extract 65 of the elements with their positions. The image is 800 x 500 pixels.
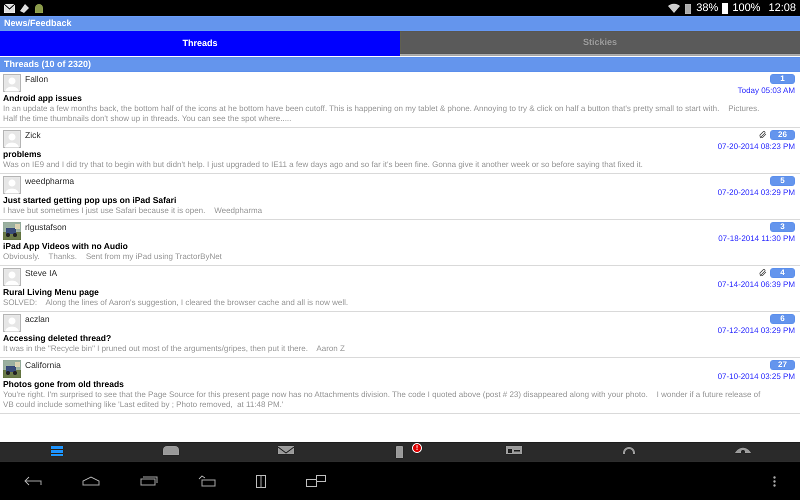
split-screen-icon[interactable] xyxy=(256,474,266,488)
author-name: weedpharma xyxy=(25,176,74,186)
eye-icon xyxy=(734,446,751,453)
author-name: rlgustafson xyxy=(25,222,67,232)
thread-title: Just started getting pop ups on iPad Safari xyxy=(3,195,176,206)
card-icon xyxy=(506,446,522,454)
title-bar: News/Feedback xyxy=(0,16,800,31)
author-name: Fallon xyxy=(25,74,48,84)
search-icon xyxy=(622,446,636,454)
reply-count: 1 xyxy=(770,74,795,84)
chat-icon xyxy=(163,446,180,455)
android-icon xyxy=(34,2,44,14)
battery-percentage: 100% xyxy=(732,0,760,16)
signal-percentage: 38% xyxy=(696,0,718,16)
avatar-icon xyxy=(3,130,21,148)
reply-count: 4 xyxy=(770,268,795,278)
thread-preview: Obviously. Thanks. Sent from my iPad using TractorByNet xyxy=(3,252,223,262)
sim-icon xyxy=(684,2,692,14)
thread-date: Today 05:03 AM xyxy=(738,86,795,96)
clock: 12:08 xyxy=(768,0,796,16)
more-icon[interactable] xyxy=(773,476,776,486)
rotate-icon[interactable] xyxy=(198,475,216,487)
avatar-icon xyxy=(3,268,21,286)
thread-title: Photos gone from old threads xyxy=(3,379,124,390)
recent-apps-icon[interactable] xyxy=(140,476,158,486)
mail-icon xyxy=(278,446,294,454)
thread-preview: It was in the "Recycle bin" I pruned out most of the arguments/gripes, then put it there. Aaron Z xyxy=(3,344,346,354)
reply-count: 5 xyxy=(770,176,795,186)
reply-count: 6 xyxy=(770,314,795,324)
author-name: Steve IA xyxy=(25,268,58,278)
thread-preview: Was on IE9 and I did try that to begin with but didn't help. I just upgraded to IE11 a few days ago and so far it's been fine. Gonna give it another week or so before saying that fixed it. xyxy=(3,160,644,170)
windows-icon[interactable] xyxy=(306,475,326,487)
thread-date: 07-14-2014 06:39 PM xyxy=(718,280,795,290)
author-name: California xyxy=(25,360,61,370)
section-header: Threads (10 of 2320) xyxy=(0,57,800,72)
thread-date: 07-20-2014 08:23 PM xyxy=(718,142,795,152)
phone-icon xyxy=(396,446,404,458)
thread-date: 07-10-2014 03:25 PM xyxy=(718,372,795,382)
thread-title: Android app issues xyxy=(3,93,82,104)
thread-date: 07-18-2014 11:30 PM xyxy=(718,234,795,244)
thread-date: 07-12-2014 03:29 PM xyxy=(718,326,795,336)
back-icon[interactable] xyxy=(24,476,42,486)
thread-title: iPad App Videos with no Audio xyxy=(3,241,128,252)
thread-title: Rural Living Menu page xyxy=(3,287,99,298)
home-icon[interactable] xyxy=(82,476,100,486)
author-name: Zick xyxy=(25,130,41,140)
thread-title: Accessing deleted thread? xyxy=(3,333,112,344)
thread-title: problems xyxy=(3,149,42,160)
thread-preview: SOLVED: Along the lines of Aaron's suggestion, I cleared the browser cache and all is now well. xyxy=(3,298,350,308)
thread-preview: You're right. I'm surprised to see that the Page Source for this present page now has no Attachments division. The code I quoted above (post # 23) disappeared along with your photo. I wonder if a future release of VB could include something like 'Last edited by ; Photo removed, at 11:48 PM.' xyxy=(3,390,762,410)
reply-count: 27 xyxy=(770,360,795,370)
list-icon xyxy=(51,446,64,456)
battery-icon xyxy=(722,2,728,14)
thread-preview: I have but sometimes I just use Safari because it is open. Weedpharma xyxy=(3,206,264,216)
reply-count: 3 xyxy=(770,222,795,232)
tab[interactable]: Threads xyxy=(0,31,400,56)
thread-preview: In an update a few months back, the bottom half of the icons at he bottom have been cutoff. This is happening on my tablet & phone. Annoying to try & click on half a button that's pretty small to start with. Pictures. Half the time thumbnails don't show up in threads. You can see the spot where..... xyxy=(3,104,760,124)
avatar-icon xyxy=(3,74,21,92)
mail-icon xyxy=(4,4,15,12)
author-name: aczlan xyxy=(25,314,50,324)
avatar-icon xyxy=(3,314,21,332)
wifi-icon xyxy=(668,3,680,13)
avatar-icon xyxy=(3,176,21,194)
reply-count: 26 xyxy=(770,130,795,140)
thread-date: 07-20-2014 03:29 PM xyxy=(718,188,795,198)
